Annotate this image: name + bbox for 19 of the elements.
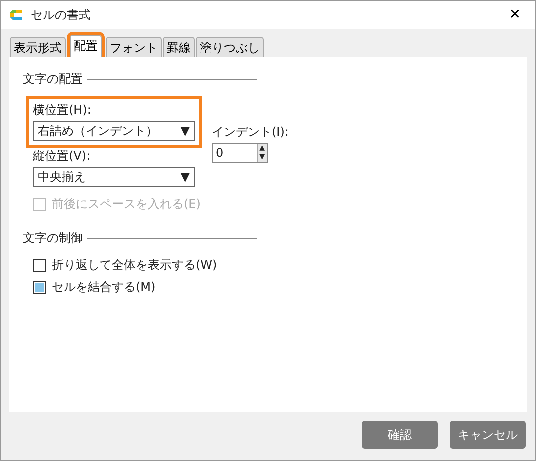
tab[interactable]: 配置 bbox=[70, 35, 102, 57]
tab[interactable]: 罫線 bbox=[163, 37, 195, 57]
section-heading: 文字の配置 bbox=[23, 71, 83, 88]
dialog-button[interactable]: 確認 bbox=[362, 421, 438, 449]
checkbox-option[interactable]: 折り返して全体を表示する(W) bbox=[33, 257, 218, 274]
dropdown[interactable]: 中央揃え ▼ bbox=[33, 167, 195, 187]
tab[interactable]: 塗りつぶし bbox=[196, 37, 264, 57]
tab[interactable]: 表示形式 bbox=[10, 37, 66, 57]
section-heading: 文字の制御 bbox=[23, 230, 83, 247]
app-logo-icon bbox=[9, 8, 23, 22]
close-button[interactable]: ✕ bbox=[503, 7, 527, 23]
window-title: セルの書式 bbox=[31, 6, 92, 24]
dialog-button[interactable]: キャンセル bbox=[450, 421, 526, 449]
checkbox-option[interactable]: セルを結合する(M) bbox=[33, 279, 218, 296]
dropdown[interactable]: 右詰め（インデント） ▼ bbox=[33, 121, 195, 141]
field-label: インデント(I): bbox=[212, 124, 289, 141]
field-label: 横位置(H): bbox=[33, 102, 92, 119]
tab[interactable]: フォント bbox=[106, 37, 162, 57]
field-label: 縦位置(V): bbox=[33, 148, 92, 165]
